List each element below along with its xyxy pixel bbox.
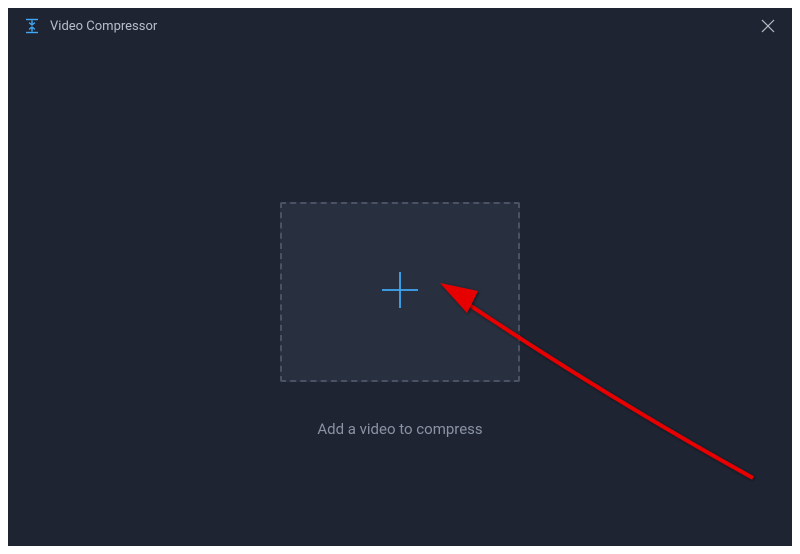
compress-icon [24,18,40,34]
plus-icon [378,268,422,316]
close-button[interactable] [756,14,780,38]
app-window: Video Compressor Add a video to compress [8,8,792,546]
instruction-text: Add a video to compress [317,420,482,438]
main-content: Add a video to compress [8,44,792,546]
titlebar: Video Compressor [8,8,792,44]
app-title: Video Compressor [50,19,157,34]
add-video-dropzone[interactable] [280,202,520,382]
close-icon [761,19,775,33]
